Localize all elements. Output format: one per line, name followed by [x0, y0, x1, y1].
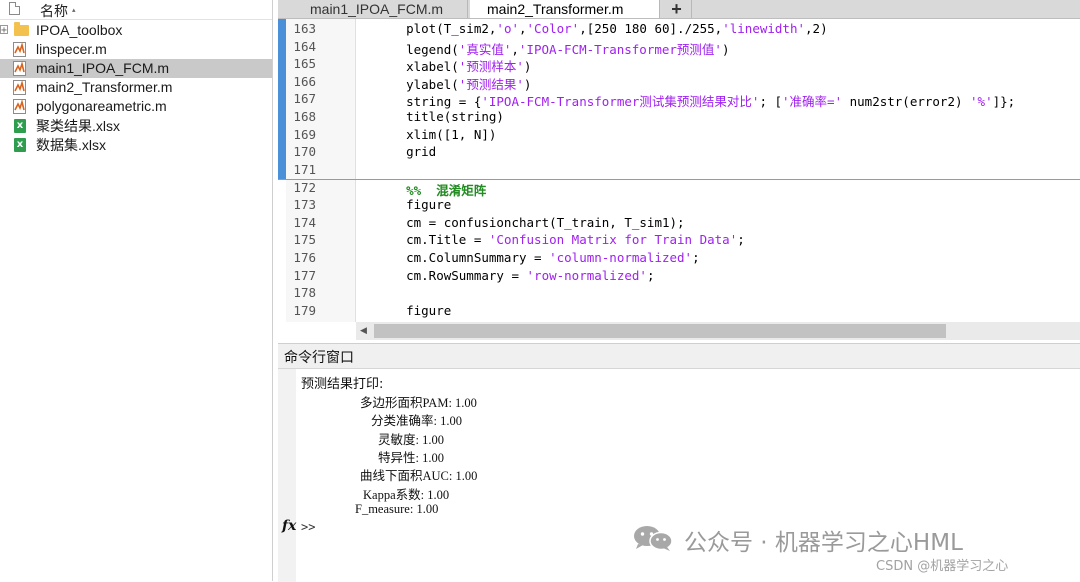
line-number: 165	[293, 56, 316, 71]
sort-ascending-icon: ▴	[72, 6, 76, 14]
line-number: 172	[293, 180, 316, 195]
line-number: 175	[293, 232, 316, 247]
command-window-gutter	[278, 369, 296, 582]
line-number: 167	[293, 91, 316, 106]
tab-main2-transformer[interactable]: main2_Transformer.m	[470, 0, 660, 18]
output-line: Kappa系数: 1.00	[363, 488, 450, 502]
matlab-script-icon	[13, 42, 26, 57]
file-item-label: polygonareametric.m	[36, 98, 167, 114]
line-number: 174	[293, 215, 316, 230]
name-column-header[interactable]: 名称	[40, 1, 68, 21]
file-item-label: 聚类结果.xlsx	[36, 118, 120, 134]
file-item-polygonareametric[interactable]: polygonareametric.m	[0, 97, 272, 116]
code-line[interactable]: cm.RowSummary = 'row-normalized';	[376, 268, 654, 283]
output-line: 多边形面积PAM: 1.00	[360, 396, 477, 410]
file-item-label: linspecer.m	[36, 41, 107, 57]
command-prompt[interactable]: >>	[301, 520, 315, 534]
line-number: 164	[293, 39, 316, 54]
editor-tab-bar: main1_IPOA_FCM.m main2_Transformer.m +	[278, 0, 1080, 19]
file-item-label: main1_IPOA_FCM.m	[36, 60, 170, 76]
file-list-header[interactable]: 名称 ▴	[0, 0, 272, 20]
code-line[interactable]: xlabel('预测样本')	[376, 56, 531, 75]
output-line: 灵敏度: 1.00	[378, 433, 444, 447]
output-line: F_measure: 1.00	[355, 502, 439, 516]
add-tab-button[interactable]: +	[662, 0, 692, 18]
current-folder-panel: 名称 ▴ + IPOA_toolbox linspecer.m main1_IP…	[0, 0, 273, 581]
line-number: 178	[293, 285, 316, 300]
matlab-script-icon	[13, 80, 26, 95]
code-line[interactable]: cm.ColumnSummary = 'column-normalized';	[376, 250, 700, 265]
line-number: 169	[293, 127, 316, 142]
file-item-cluster-results-xlsx[interactable]: x 聚类结果.xlsx	[0, 117, 272, 136]
code-line[interactable]: cm.Title = 'Confusion Matrix for Train D…	[376, 232, 745, 247]
file-item-label: 数据集.xlsx	[36, 137, 106, 153]
line-number: 166	[293, 74, 316, 89]
line-number: 170	[293, 144, 316, 159]
horizontal-scrollbar[interactable]: ◀	[356, 322, 1080, 340]
line-number: 163	[293, 21, 316, 36]
code-line[interactable]: xlim([1, N])	[376, 127, 496, 142]
file-item-linspecer[interactable]: linspecer.m	[0, 40, 272, 59]
file-item-dataset-xlsx[interactable]: x 数据集.xlsx	[0, 136, 272, 155]
line-number: 171	[293, 162, 316, 177]
matlab-script-icon	[13, 99, 26, 114]
active-section-bar	[278, 19, 286, 179]
line-number: 177	[293, 268, 316, 283]
code-area[interactable]: 163 164 165 166 167 168 169 170 171 172 …	[278, 19, 1080, 322]
file-item-label: IPOA_toolbox	[36, 22, 123, 38]
line-number: 176	[293, 250, 316, 265]
command-window-title: 命令行窗口	[284, 350, 354, 366]
file-item-label: main2_Transformer.m	[36, 79, 173, 95]
expand-icon[interactable]: +	[0, 25, 8, 36]
spreadsheet-icon: x	[14, 119, 26, 133]
file-item-ipoa-toolbox[interactable]: + IPOA_toolbox	[0, 21, 272, 40]
function-browser-icon[interactable]: fx	[282, 518, 296, 534]
tab-main1-ipoa-fcm[interactable]: main1_IPOA_FCM.m	[278, 0, 468, 18]
code-line[interactable]: cm = confusionchart(T_train, T_sim1);	[376, 215, 684, 230]
scroll-left-arrow-icon[interactable]: ◀	[360, 326, 367, 336]
code-line[interactable]: grid	[376, 144, 436, 159]
code-editor: main1_IPOA_FCM.m main2_Transformer.m + 1…	[278, 0, 1080, 340]
code-line[interactable]: figure	[376, 197, 451, 212]
output-line: 分类准确率: 1.00	[371, 414, 462, 428]
code-line[interactable]: string = {'IPOA-FCM-Transformer测试集预测结果对比…	[376, 91, 1015, 110]
scrollbar-thumb[interactable]	[374, 324, 946, 338]
watermark-text: 公众号 · 机器学习之心HML	[684, 530, 963, 556]
line-number: 173	[293, 197, 316, 212]
spreadsheet-icon: x	[14, 138, 26, 152]
line-number: 168	[293, 109, 316, 124]
csdn-watermark: CSDN @机器学习之心	[876, 559, 1009, 574]
output-line: 特异性: 1.00	[378, 451, 444, 465]
matlab-script-icon	[13, 61, 26, 76]
document-icon	[9, 2, 20, 15]
code-line[interactable]: title(string)	[376, 109, 504, 124]
wechat-icon	[634, 526, 673, 551]
line-number: 179	[293, 303, 316, 318]
file-item-main2-transformer[interactable]: main2_Transformer.m	[0, 78, 272, 97]
code-line[interactable]: figure	[376, 303, 451, 318]
command-window-title-bar[interactable]: 命令行窗口	[278, 344, 1080, 369]
output-line: 预测结果打印:	[301, 377, 384, 392]
file-item-main1-ipoa-fcm[interactable]: main1_IPOA_FCM.m	[0, 59, 272, 78]
code-line[interactable]: plot(T_sim2,'o','Color',[250 180 60]./25…	[376, 21, 828, 36]
output-line: 曲线下面积AUC: 1.00	[360, 469, 478, 483]
folder-icon	[14, 22, 29, 36]
